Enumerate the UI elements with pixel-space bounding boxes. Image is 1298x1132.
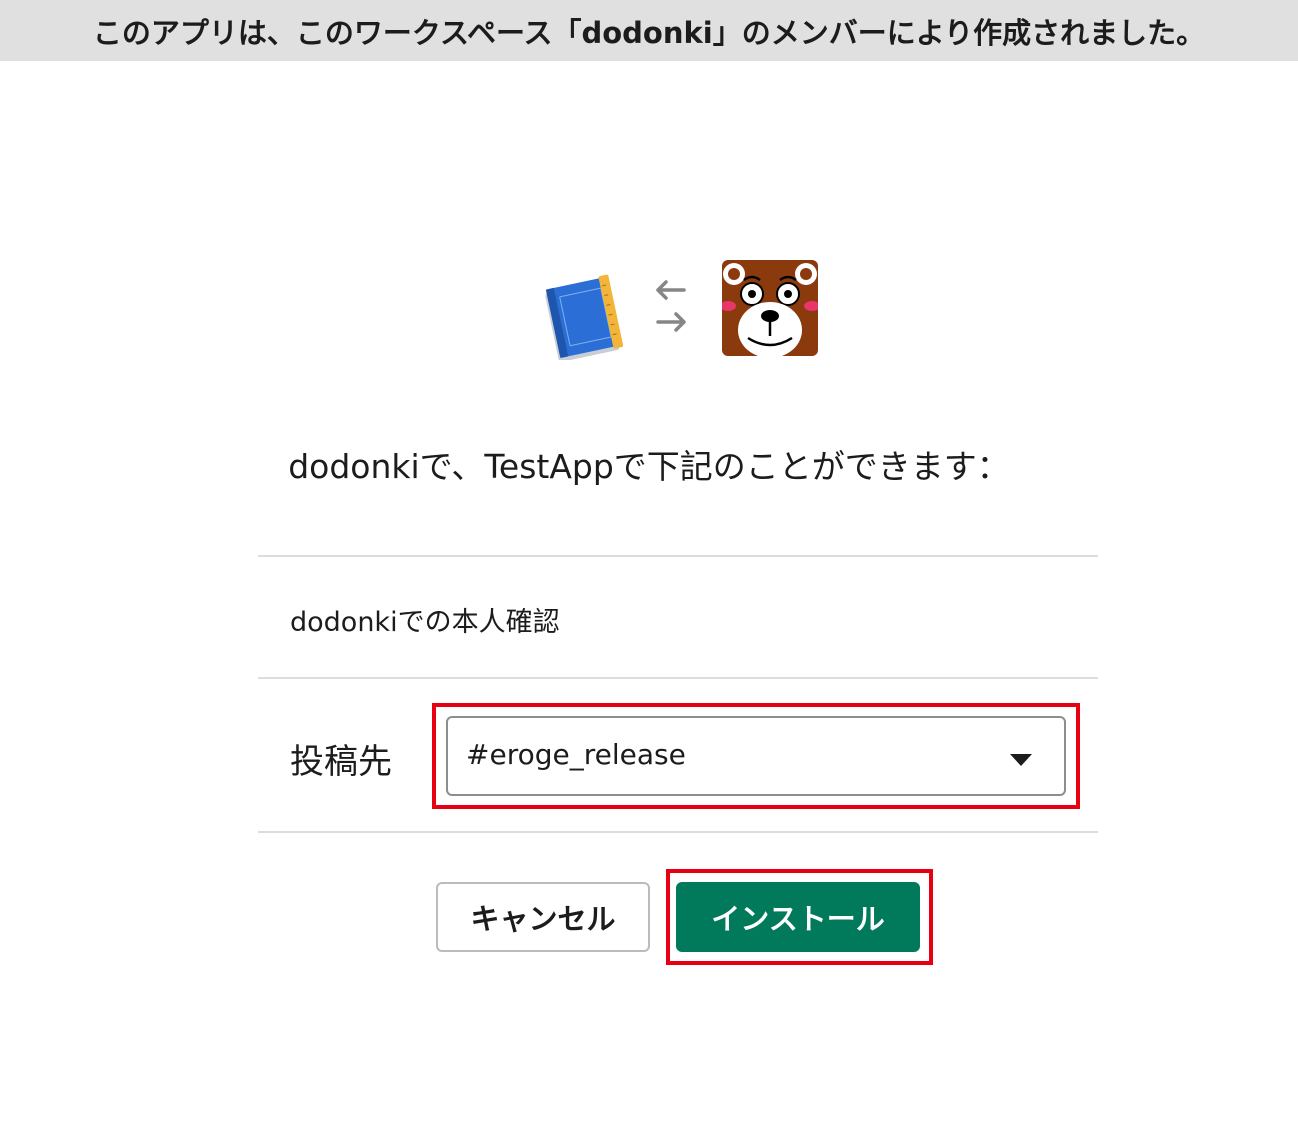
app-workspace-icons — [0, 258, 1298, 360]
permission-identity: dodonkiでの本人確認 — [290, 607, 560, 638]
cancel-button[interactable]: キャンセル — [436, 882, 650, 952]
channel-select-value: #eroge_release — [466, 738, 686, 771]
cancel-button-label: キャンセル — [470, 902, 616, 936]
workspace-notice-banner: このアプリは、このワークスペース「dodonki」のメンバーにより作成されました… — [0, 0, 1298, 61]
xcode-blueprint-icon — [545, 274, 624, 360]
divider — [258, 831, 1098, 833]
post-to-label: 投稿先 — [290, 742, 392, 782]
permissions-heading: dodonkiで、TestAppで下記のことができます： — [288, 447, 1010, 486]
install-button-label: インストール — [711, 902, 885, 936]
caret-down-icon — [1010, 754, 1032, 766]
channel-select[interactable]: #eroge_release — [446, 716, 1066, 796]
bear-face-icon — [722, 260, 818, 356]
banner-text: このアプリは、このワークスペース「dodonki」のメンバーにより作成されました… — [92, 15, 1206, 50]
install-button[interactable]: インストール — [676, 882, 920, 952]
divider — [258, 677, 1098, 679]
exchange-arrows-icon — [656, 280, 686, 332]
divider — [258, 555, 1098, 557]
